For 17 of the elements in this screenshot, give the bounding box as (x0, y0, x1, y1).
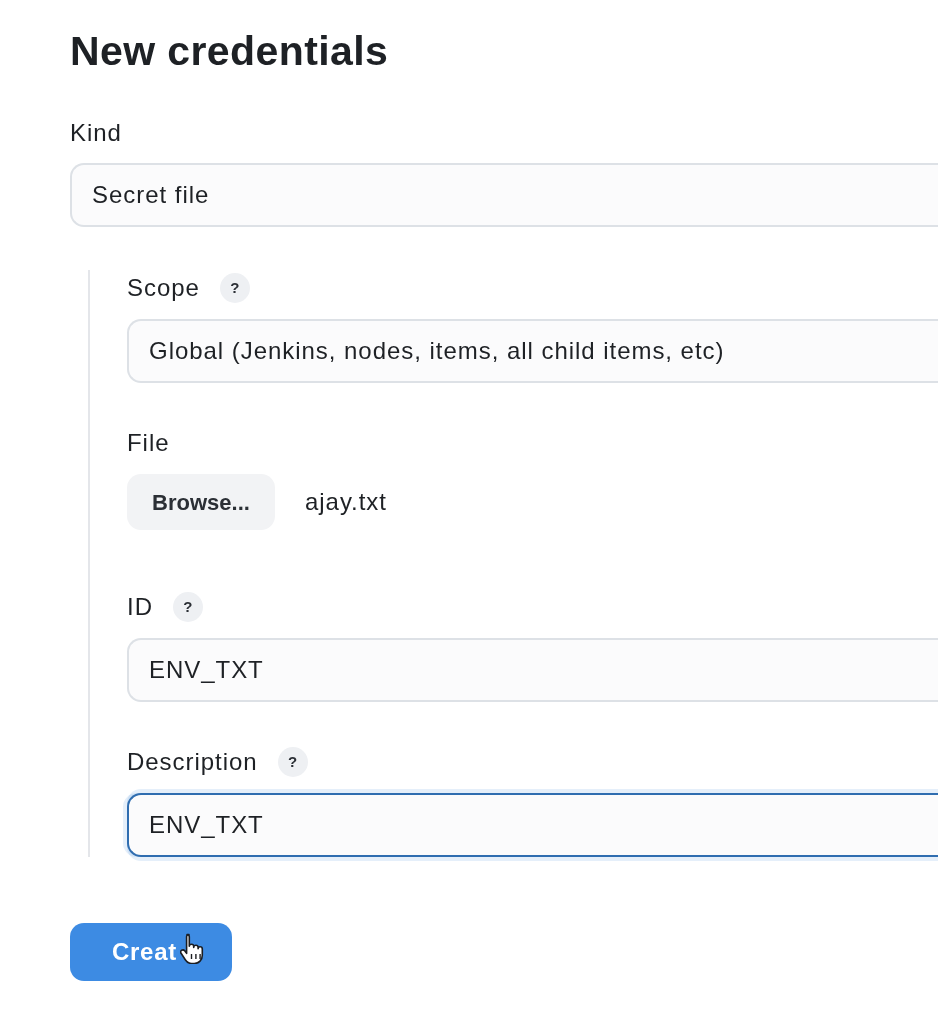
field-label: File (127, 429, 170, 457)
help-button[interactable]: ? (219, 273, 250, 303)
text-input[interactable]: ENV_TXT (127, 638, 938, 702)
kind-select[interactable]: Secret file (70, 163, 938, 227)
field-label: Scope (127, 274, 200, 302)
field-label: Kind (70, 119, 123, 147)
browse-button[interactable]: Browse... (127, 474, 275, 530)
hand-cursor-icon (180, 932, 206, 964)
help-button[interactable]: ? (277, 747, 308, 777)
file-name: ajay.txt (305, 487, 387, 517)
text-input[interactable]: ENV_TXT (127, 793, 938, 857)
page-title: New credentials (70, 27, 390, 75)
scope-select[interactable]: Global (Jenkins, nodes, items, all child items, etc) (127, 319, 938, 383)
field-label: ID (127, 593, 153, 621)
create-button[interactable]: Creat (70, 923, 232, 981)
help-button[interactable]: ? (172, 592, 203, 622)
field-label: Description (127, 748, 258, 776)
